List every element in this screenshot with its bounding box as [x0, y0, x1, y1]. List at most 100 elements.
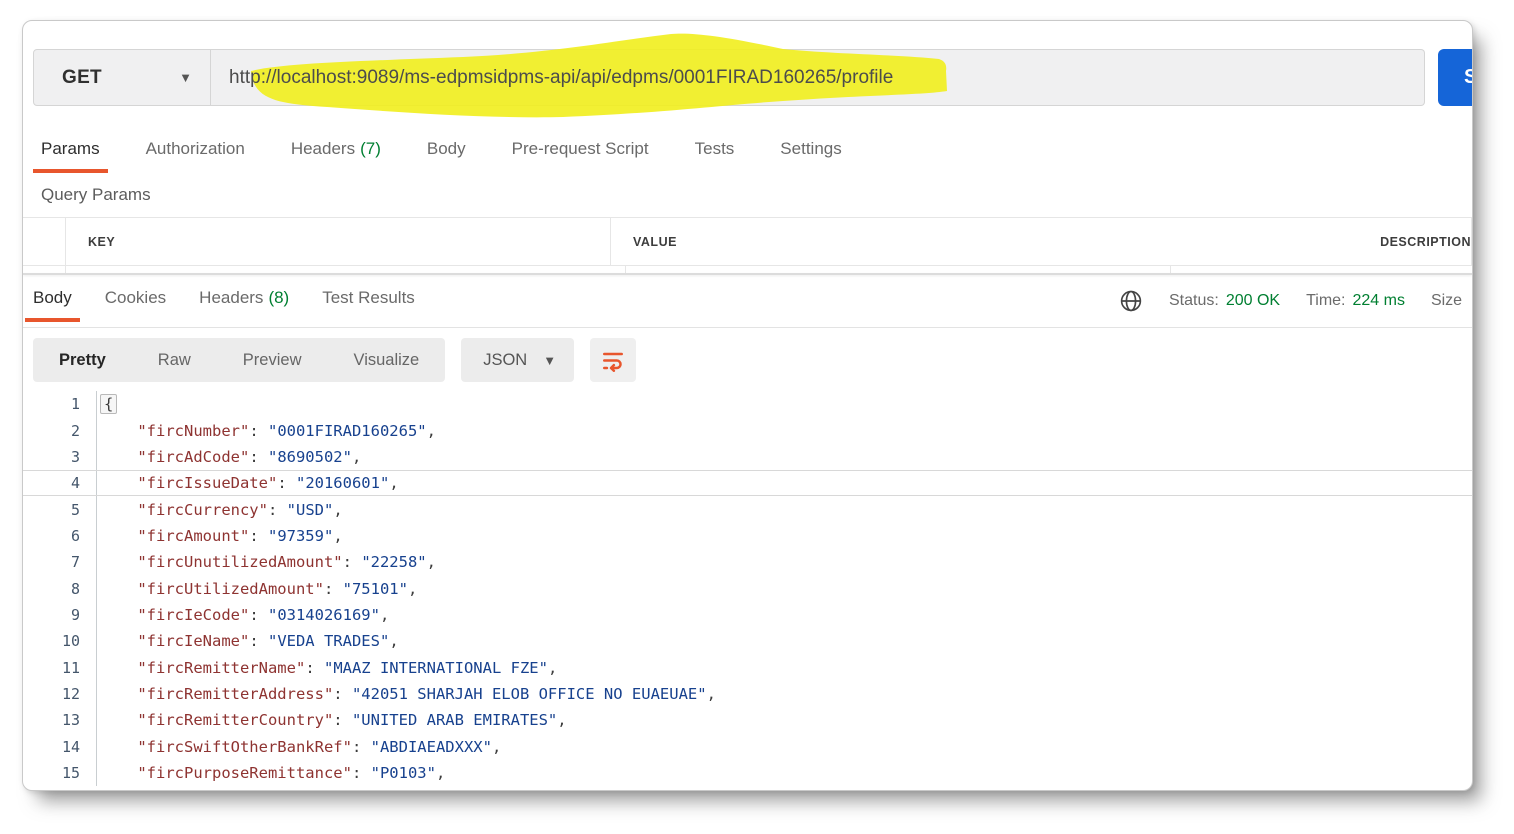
- code-content: "fircIssueDate": "20160601",: [97, 474, 399, 492]
- code-content: "fircPurposeRemittance": "P0103",: [97, 764, 445, 782]
- request-tab-label: Body: [427, 139, 466, 158]
- request-tab-label: Pre-request Script: [512, 139, 649, 158]
- response-tabs: Body Cookies Headers(8) Test Results: [33, 275, 415, 327]
- line-number: 11: [23, 654, 97, 680]
- code-line: 3 "fircAdCode": "8690502",: [23, 444, 1472, 470]
- code-line: 15 "fircPurposeRemittance": "P0103",: [23, 760, 1472, 786]
- line-number: 8: [23, 575, 97, 601]
- line-number: 2: [23, 417, 97, 443]
- url-text: http://localhost:9089/ms-edpmsidpms-api/…: [229, 49, 893, 106]
- chevron-down-icon: ▼: [179, 70, 192, 85]
- line-number: 14: [23, 733, 97, 759]
- code-content: "fircRemitterCountry": "UNITED ARAB EMIR…: [97, 711, 567, 729]
- code-line: 11 "fircRemitterName": "MAAZ INTERNATION…: [23, 654, 1472, 680]
- code-content: "fircUtilizedAmount": "75101",: [97, 580, 417, 598]
- chevron-down-icon: ▼: [543, 353, 556, 368]
- response-tab-label: Body: [33, 288, 72, 307]
- query-params-header: KEY VALUE DESCRIPTION: [23, 217, 1472, 266]
- request-url-row: GET ▼ http://localhost:9089/ms-edpmsidpm…: [23, 49, 1472, 106]
- response-header-row: Body Cookies Headers(8) Test Results: [23, 275, 1472, 327]
- code-line: 1{: [23, 391, 1472, 417]
- code-line: 2 "fircNumber": "0001FIRAD160265",: [23, 417, 1472, 443]
- language-select[interactable]: JSON ▼: [461, 338, 574, 382]
- response-tab[interactable]: Headers(8): [199, 280, 289, 322]
- line-number: 15: [23, 760, 97, 786]
- response-tab[interactable]: Test Results: [322, 280, 415, 322]
- wrap-text-button[interactable]: [590, 338, 636, 382]
- request-tab-count: (7): [360, 139, 381, 158]
- line-number: 6: [23, 523, 97, 549]
- line-number: 3: [23, 444, 97, 470]
- line-number: 13: [23, 707, 97, 733]
- code-content: "fircRemitterName": "MAAZ INTERNATIONAL …: [97, 659, 557, 677]
- status-value: 200 OK: [1226, 292, 1280, 310]
- request-tab-label: Params: [41, 139, 100, 158]
- code-line: 5 "fircCurrency": "USD",: [23, 496, 1472, 522]
- request-tab[interactable]: Tests: [695, 131, 735, 173]
- response-tab[interactable]: Body: [33, 280, 72, 322]
- time-label: Time:: [1306, 292, 1345, 310]
- request-tab-label: Tests: [695, 139, 735, 158]
- code-content: "fircAdCode": "8690502",: [97, 448, 361, 466]
- code-line: 10 "fircIeName": "VEDA TRADES",: [23, 628, 1472, 654]
- view-mode-button[interactable]: Raw: [132, 338, 217, 382]
- request-tab[interactable]: Headers (7): [291, 131, 381, 173]
- request-tab[interactable]: Body: [427, 131, 466, 173]
- code-content: "fircNumber": "0001FIRAD160265",: [97, 422, 436, 440]
- status-label: Status:: [1169, 292, 1219, 310]
- code-content: {: [97, 395, 117, 413]
- query-params-empty-row[interactable]: [23, 266, 1472, 273]
- response-meta: Status: 200 OK Time: 224 ms Size: [1119, 275, 1462, 327]
- request-tab[interactable]: Pre-request Script: [512, 131, 649, 173]
- response-tab-count: (8): [268, 288, 289, 307]
- globe-icon[interactable]: [1119, 289, 1143, 313]
- code-line: 6 "fircAmount": "97359",: [23, 523, 1472, 549]
- code-line: 9 "fircIeCode": "0314026169",: [23, 602, 1472, 628]
- request-tabs: Params Authorization Headers (7) Body Pre…: [41, 129, 842, 175]
- line-number: 1: [23, 391, 97, 417]
- time-value: 224 ms: [1352, 292, 1404, 310]
- view-mode-button[interactable]: Visualize: [327, 338, 445, 382]
- query-params-table: KEY VALUE DESCRIPTION: [23, 217, 1472, 273]
- response-tab[interactable]: Cookies: [105, 280, 166, 322]
- view-mode-button[interactable]: Pretty: [33, 338, 132, 382]
- view-mode-group: Pretty Raw Preview Visualize: [33, 338, 445, 382]
- line-number: 4: [23, 471, 97, 495]
- line-number: 5: [23, 496, 97, 522]
- toolbar-divider: [23, 327, 1472, 328]
- row-select-cell[interactable]: [23, 218, 66, 265]
- line-number: 7: [23, 549, 97, 575]
- code-line: 13 "fircRemitterCountry": "UNITED ARAB E…: [23, 707, 1472, 733]
- code-content: "fircIeCode": "0314026169",: [97, 606, 389, 624]
- code-content: "fircSwiftOtherBankRef": "ABDIAEADXXX",: [97, 738, 501, 756]
- code-content: "fircAmount": "97359",: [97, 527, 343, 545]
- code-line: 8 "fircUtilizedAmount": "75101",: [23, 575, 1472, 601]
- code-line: 14 "fircSwiftOtherBankRef": "ABDIAEADXXX…: [23, 733, 1472, 759]
- line-number: 9: [23, 602, 97, 628]
- response-tab-label: Test Results: [322, 288, 415, 307]
- request-tab[interactable]: Params: [41, 131, 100, 173]
- code-content: "fircIeName": "VEDA TRADES",: [97, 632, 399, 650]
- size-label: Size: [1431, 292, 1462, 310]
- request-tab-label: Headers: [291, 139, 355, 158]
- line-number: 12: [23, 681, 97, 707]
- method-select[interactable]: GET ▼: [33, 49, 211, 106]
- language-value: JSON: [483, 351, 527, 370]
- method-label: GET: [62, 67, 102, 89]
- column-header: VALUE: [611, 218, 1358, 265]
- code-line: 7 "fircUnutilizedAmount": "22258",: [23, 549, 1472, 575]
- postman-window: GET ▼ http://localhost:9089/ms-edpmsidpm…: [22, 20, 1473, 791]
- view-mode-button[interactable]: Preview: [217, 338, 328, 382]
- column-header: KEY: [66, 218, 611, 265]
- code-line: 4 "fircIssueDate": "20160601",: [23, 470, 1472, 496]
- code-content: "fircUnutilizedAmount": "22258",: [97, 553, 436, 571]
- request-tab[interactable]: Authorization: [146, 131, 245, 173]
- response-body-viewer[interactable]: 1{2 "fircNumber": "0001FIRAD160265",3 "f…: [23, 391, 1472, 790]
- line-number: 10: [23, 628, 97, 654]
- code-line: 12 "fircRemitterAddress": "42051 SHARJAH…: [23, 681, 1472, 707]
- send-button[interactable]: Send: [1438, 49, 1473, 106]
- column-header: DESCRIPTION: [1358, 218, 1472, 265]
- request-tab[interactable]: Settings: [780, 131, 841, 173]
- wrap-text-icon: [601, 348, 625, 372]
- code-content: "fircCurrency": "USD",: [97, 501, 343, 519]
